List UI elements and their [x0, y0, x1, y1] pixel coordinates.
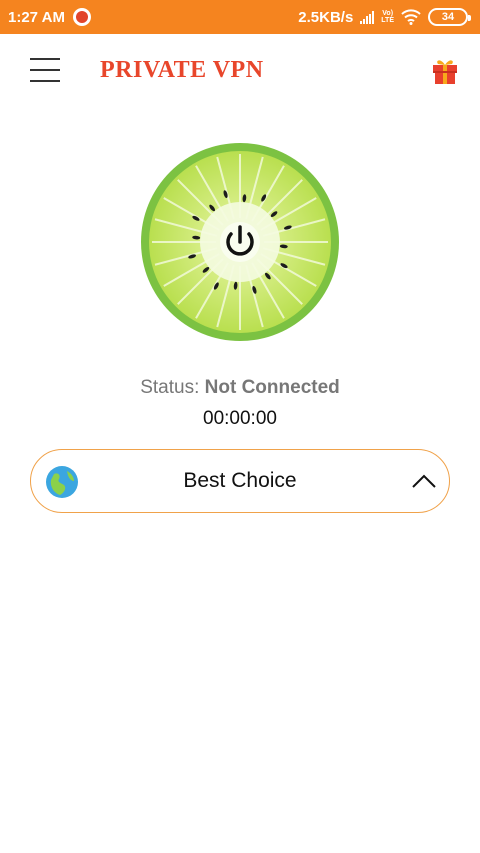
network-speed: 2.5KB/s	[298, 8, 354, 26]
app-title: PRIVATE VPN	[100, 57, 264, 83]
gift-icon[interactable]	[430, 56, 460, 86]
connection-timer: 00:00:00	[203, 408, 277, 429]
status-value: Not Connected	[204, 377, 340, 398]
battery-level: 34	[441, 11, 455, 23]
wifi-icon	[401, 9, 421, 25]
shield-app-icon	[72, 8, 91, 26]
server-label: Best Choice	[183, 469, 297, 492]
connection-status: Status: Not Connected	[0, 377, 480, 399]
hamburger-menu-icon[interactable]	[30, 56, 60, 84]
status-label: Status:	[140, 377, 200, 398]
status-time: 1:27 AM	[8, 8, 65, 26]
volte-top-label: Vo)	[382, 10, 394, 17]
kiwi-power-button-icon[interactable]	[140, 142, 340, 342]
server-selector[interactable]: Best Choice	[30, 449, 450, 513]
volte-bottom-label: LTE	[381, 17, 394, 24]
status-bar: 1:27 AM 2.5KB/s Vo) LTE 34	[0, 0, 480, 34]
chevron-up-icon[interactable]	[411, 472, 437, 490]
battery-indicator: 34	[428, 8, 471, 26]
app-bar: PRIVATE VPN	[0, 34, 480, 106]
volte-indicator: Vo) LTE	[381, 10, 394, 24]
cellular-signal-icon	[360, 10, 375, 24]
